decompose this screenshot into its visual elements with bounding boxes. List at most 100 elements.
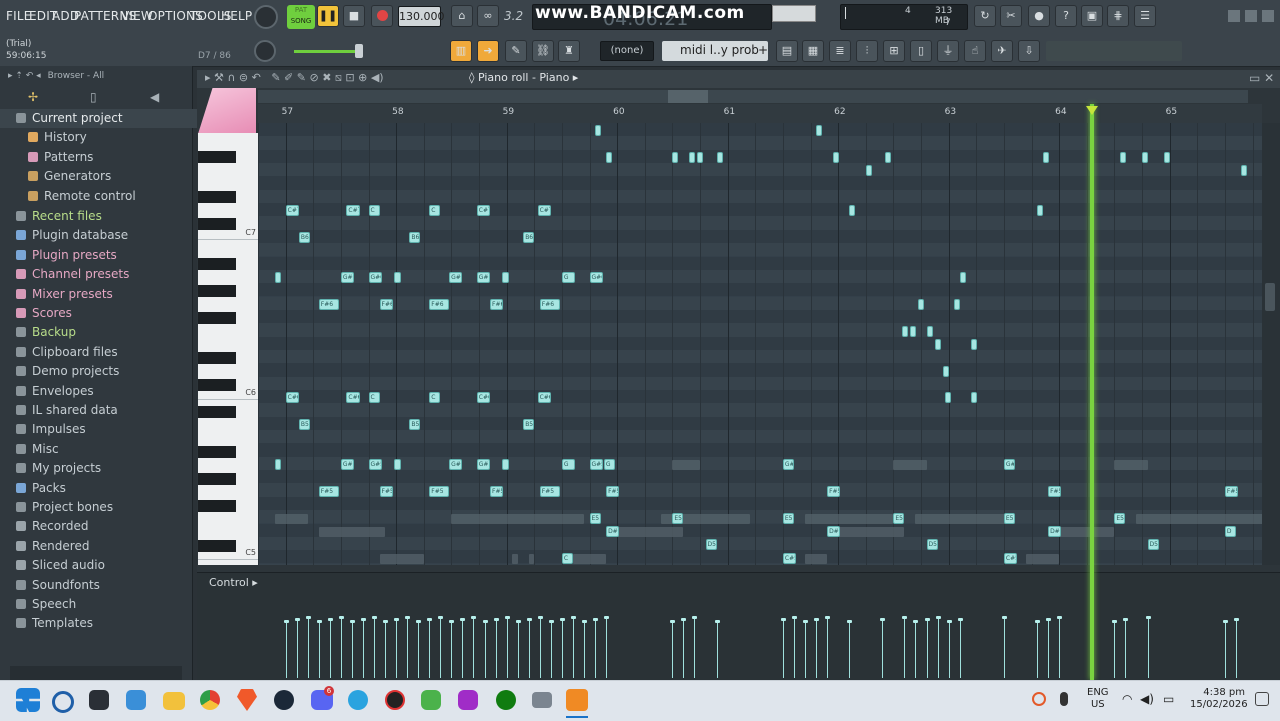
velocity-bar[interactable] — [372, 616, 378, 678]
midi-note[interactable]: C#6 — [285, 392, 299, 404]
midi-note[interactable]: D#5 — [827, 525, 841, 537]
midi-note[interactable] — [672, 152, 679, 164]
velocity-bar[interactable] — [1035, 620, 1041, 678]
velocity-bar[interactable] — [1123, 618, 1129, 678]
midi-note[interactable]: B5 — [298, 419, 310, 431]
midi-note[interactable] — [1241, 165, 1248, 177]
velocity-bar[interactable] — [405, 616, 411, 678]
velocity-bar[interactable] — [957, 618, 963, 678]
sync-icon[interactable] — [1032, 692, 1046, 706]
language-indicator[interactable]: ENG US — [1087, 687, 1109, 711]
velocity-bar[interactable] — [791, 616, 797, 678]
slider-handle[interactable] — [355, 44, 363, 58]
pen-button[interactable]: ✎ — [505, 40, 527, 62]
pianoroll-window-controls[interactable]: ▭ ✕ — [1249, 71, 1274, 85]
velocity-bar[interactable] — [449, 620, 455, 678]
midi-note[interactable]: B6 — [298, 232, 310, 244]
playlist-button[interactable]: ▤ — [776, 40, 798, 62]
browser-item-plugin-presets[interactable]: Plugin presets — [0, 246, 206, 265]
black-key[interactable] — [198, 258, 236, 270]
black-key[interactable] — [198, 406, 236, 418]
velocity-bar[interactable] — [825, 616, 831, 678]
midi-note[interactable] — [696, 152, 703, 164]
master-pitch-knob[interactable] — [254, 40, 276, 62]
midi-note[interactable]: C — [429, 392, 441, 404]
velocity-bar[interactable] — [692, 616, 698, 678]
channel-selector[interactable]: (none) — [600, 41, 654, 61]
midi-note[interactable] — [1164, 152, 1171, 164]
browser-item-rendered[interactable]: Rendered — [0, 537, 206, 556]
midi-note[interactable]: C#7 — [476, 205, 491, 217]
midi-note[interactable]: C#7 — [537, 205, 551, 217]
midi-note[interactable]: F#5 — [1048, 485, 1062, 497]
velocity-bar[interactable] — [1112, 620, 1118, 678]
midi-note[interactable] — [943, 365, 950, 377]
midi-note[interactable]: F#5 — [539, 485, 560, 497]
midi-note[interactable]: G#6 — [368, 272, 382, 284]
velocity-bar[interactable] — [780, 618, 786, 678]
midi-note[interactable]: G — [561, 272, 576, 284]
pianoroll-tools[interactable]: ▸ ⚒ ∩ ⊜ ↶ ✎ ✐ ✎ ⊘ ✖ ⧅ ⊡ ⊕ ◀) — [205, 71, 384, 85]
velocity-bar[interactable] — [1222, 620, 1228, 678]
velocity-bar[interactable] — [294, 618, 300, 678]
master-volume-slider[interactable] — [294, 50, 360, 53]
midi-note[interactable] — [884, 152, 891, 164]
task-view-icon[interactable] — [89, 690, 109, 710]
midi-note[interactable]: C#5 — [782, 552, 797, 564]
velocity-bar[interactable] — [504, 616, 510, 678]
note-grid[interactable]: C#7 C#7 C C C#7 C#7 B6 B6 B6 G#6 G#6 G#6 G#6 G G#6 F#6 F… — [258, 123, 1262, 565]
velocity-bar[interactable] — [327, 618, 333, 678]
velocity-bar[interactable] — [349, 620, 355, 678]
velocity-bar[interactable] — [802, 620, 808, 678]
chrome-icon[interactable] — [200, 690, 220, 710]
browser-item-remote-control[interactable]: Remote control — [0, 187, 218, 206]
timeline-ruler[interactable]: 57 58 59 60 61 62 63 64 65 — [258, 104, 1262, 123]
record-button[interactable] — [371, 5, 393, 27]
velocity-lane[interactable] — [258, 590, 1262, 678]
midi-note[interactable] — [274, 272, 281, 284]
velocity-bar[interactable] — [316, 620, 322, 678]
velocity-bar[interactable] — [427, 618, 433, 678]
black-key[interactable] — [198, 473, 236, 485]
restore-button[interactable] — [1245, 10, 1257, 22]
midi-note[interactable]: E5 — [782, 512, 794, 524]
midi-note[interactable]: D5 — [926, 539, 938, 551]
export-button[interactable]: ⇩ — [1018, 40, 1040, 62]
battery-icon[interactable]: ▭ — [1163, 692, 1174, 706]
midi-note[interactable]: C#6 — [346, 392, 360, 404]
browser-item-recorded[interactable]: Recorded — [0, 517, 206, 536]
black-key[interactable] — [198, 285, 236, 297]
browser-item-channel-presets[interactable]: Channel presets — [0, 265, 206, 284]
browser-item-backup[interactable]: Backup — [0, 323, 206, 342]
midi-note[interactable]: F#5 — [490, 485, 504, 497]
velocity-bar[interactable] — [913, 620, 919, 678]
midi-note[interactable] — [926, 325, 933, 337]
browser-item-clipboard-files[interactable]: Clipboard files — [0, 343, 206, 362]
midi-note[interactable] — [865, 165, 872, 177]
midi-note[interactable]: F#5 — [606, 485, 620, 497]
midi-note[interactable]: G#5 — [589, 459, 603, 471]
velocity-bar[interactable] — [681, 618, 687, 678]
minimize-button[interactable] — [1228, 10, 1240, 22]
midi-note[interactable] — [502, 459, 509, 471]
midi-note[interactable]: C — [368, 205, 380, 217]
project-button[interactable]: ▯ — [910, 40, 932, 62]
velocity-bar[interactable] — [714, 620, 720, 678]
midi-note[interactable]: C#6 — [476, 392, 491, 404]
browser-item-envelopes[interactable]: Envelopes — [0, 382, 206, 401]
piano-keyboard[interactable]: C7 C6 C5 — [198, 133, 258, 565]
midi-note[interactable]: C#7 — [346, 205, 360, 217]
mixer-button[interactable]: ⋕ — [1107, 5, 1129, 27]
midi-note[interactable] — [816, 125, 823, 137]
velocity-bar[interactable] — [305, 616, 311, 678]
velocity-bar[interactable] — [515, 620, 521, 678]
midi-note[interactable]: E5 — [672, 512, 684, 524]
menu-help[interactable]: HELP — [221, 9, 252, 23]
midi-note[interactable]: G#6 — [340, 272, 355, 284]
snap-button[interactable]: ▥ — [450, 40, 472, 62]
telegram-icon[interactable] — [348, 690, 368, 710]
browser-item-plugin-database[interactable]: Plugin database — [0, 226, 206, 245]
control-selector[interactable]: Control ▸ — [209, 576, 258, 589]
velocity-bar[interactable] — [570, 616, 576, 678]
pause-button[interactable]: ❚❚ — [317, 5, 339, 27]
